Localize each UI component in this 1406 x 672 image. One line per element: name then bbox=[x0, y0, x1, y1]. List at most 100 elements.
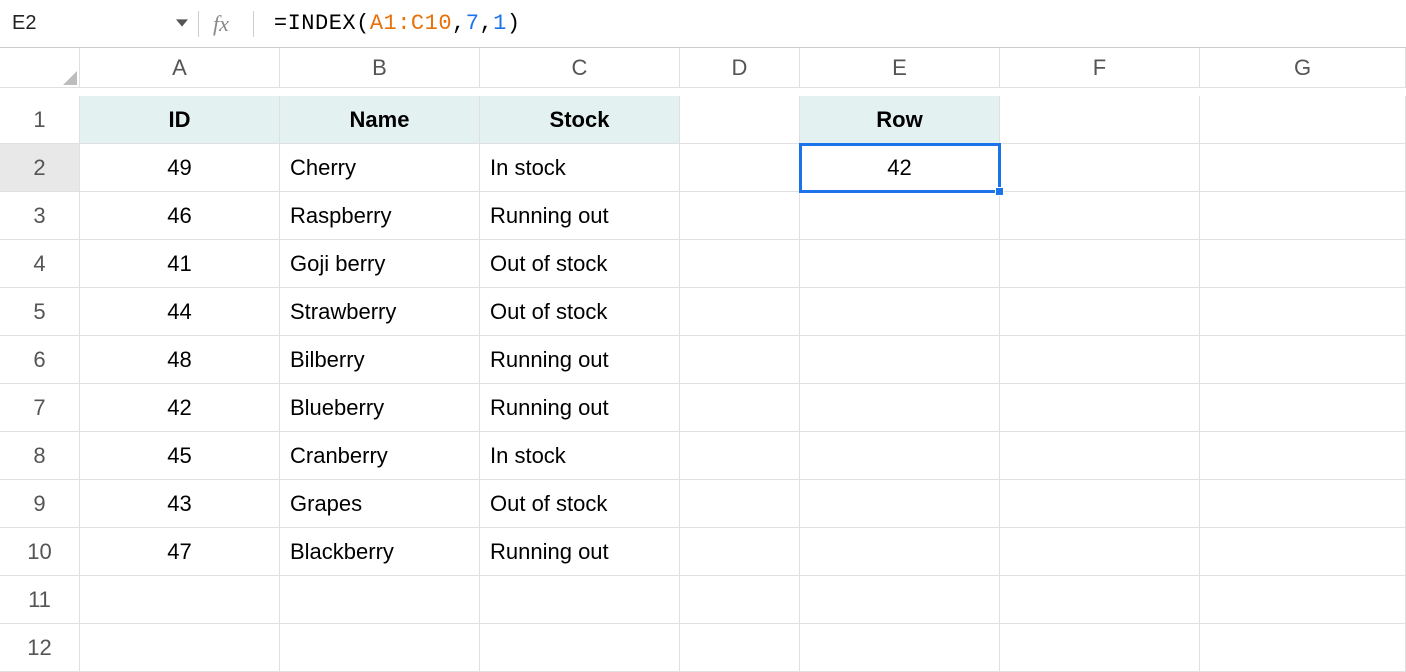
cell-G8[interactable] bbox=[1200, 432, 1406, 480]
row-header[interactable]: 10 bbox=[0, 528, 80, 576]
cell-F7[interactable] bbox=[1000, 384, 1200, 432]
cell-B6[interactable]: Bilberry bbox=[280, 336, 480, 384]
cell-F8[interactable] bbox=[1000, 432, 1200, 480]
cell-C10[interactable]: Running out bbox=[480, 528, 680, 576]
cell-E2-selected[interactable]: 42 bbox=[800, 144, 1000, 192]
cell-D2[interactable] bbox=[680, 144, 800, 192]
cell-E10[interactable] bbox=[800, 528, 1000, 576]
fill-handle[interactable] bbox=[995, 187, 1004, 196]
col-header-A[interactable]: A bbox=[80, 48, 280, 88]
spreadsheet-grid[interactable]: A B C D E F G 1 ID Name Stock Row 2 49 C… bbox=[0, 48, 1406, 672]
row-header[interactable]: 5 bbox=[0, 288, 80, 336]
cell-A3[interactable]: 46 bbox=[80, 192, 280, 240]
cell-D11[interactable] bbox=[680, 576, 800, 624]
cell-G1[interactable] bbox=[1200, 96, 1406, 144]
cell-G10[interactable] bbox=[1200, 528, 1406, 576]
cell-B9[interactable]: Grapes bbox=[280, 480, 480, 528]
cell-B5[interactable]: Strawberry bbox=[280, 288, 480, 336]
cell-C8[interactable]: In stock bbox=[480, 432, 680, 480]
cell-C2[interactable]: In stock bbox=[480, 144, 680, 192]
name-box-wrap[interactable]: E2 bbox=[8, 0, 198, 47]
cell-G5[interactable] bbox=[1200, 288, 1406, 336]
cell-D12[interactable] bbox=[680, 624, 800, 672]
cell-G9[interactable] bbox=[1200, 480, 1406, 528]
cell-A8[interactable]: 45 bbox=[80, 432, 280, 480]
col-header-D[interactable]: D bbox=[680, 48, 800, 88]
row-header[interactable]: 12 bbox=[0, 624, 80, 672]
cell-E12[interactable] bbox=[800, 624, 1000, 672]
cell-A7[interactable]: 42 bbox=[80, 384, 280, 432]
cell-B2[interactable]: Cherry bbox=[280, 144, 480, 192]
cell-D10[interactable] bbox=[680, 528, 800, 576]
cell-G4[interactable] bbox=[1200, 240, 1406, 288]
col-header-G[interactable]: G bbox=[1200, 48, 1406, 88]
formula-input[interactable]: =INDEX(A1:C10, 7, 1) bbox=[274, 11, 521, 36]
cell-C9[interactable]: Out of stock bbox=[480, 480, 680, 528]
cell-E3[interactable] bbox=[800, 192, 1000, 240]
cell-G11[interactable] bbox=[1200, 576, 1406, 624]
cell-C6[interactable]: Running out bbox=[480, 336, 680, 384]
cell-A11[interactable] bbox=[80, 576, 280, 624]
cell-E6[interactable] bbox=[800, 336, 1000, 384]
cell-C3[interactable]: Running out bbox=[480, 192, 680, 240]
cell-D6[interactable] bbox=[680, 336, 800, 384]
col-header-E[interactable]: E bbox=[800, 48, 1000, 88]
cell-B4[interactable]: Goji berry bbox=[280, 240, 480, 288]
cell-E8[interactable] bbox=[800, 432, 1000, 480]
cell-D5[interactable] bbox=[680, 288, 800, 336]
row-header[interactable]: 6 bbox=[0, 336, 80, 384]
cell-A12[interactable] bbox=[80, 624, 280, 672]
cell-F6[interactable] bbox=[1000, 336, 1200, 384]
name-box-dropdown-icon[interactable] bbox=[176, 16, 188, 32]
cell-A6[interactable]: 48 bbox=[80, 336, 280, 384]
cell-A10[interactable]: 47 bbox=[80, 528, 280, 576]
fx-icon[interactable]: fx bbox=[199, 11, 253, 37]
row-header[interactable]: 4 bbox=[0, 240, 80, 288]
cell-C12[interactable] bbox=[480, 624, 680, 672]
cell-E11[interactable] bbox=[800, 576, 1000, 624]
cell-E4[interactable] bbox=[800, 240, 1000, 288]
cell-C1[interactable]: Stock bbox=[480, 96, 680, 144]
cell-E5[interactable] bbox=[800, 288, 1000, 336]
cell-A2[interactable]: 49 bbox=[80, 144, 280, 192]
cell-F10[interactable] bbox=[1000, 528, 1200, 576]
cell-F9[interactable] bbox=[1000, 480, 1200, 528]
cell-E7[interactable] bbox=[800, 384, 1000, 432]
cell-D8[interactable] bbox=[680, 432, 800, 480]
cell-F11[interactable] bbox=[1000, 576, 1200, 624]
cell-F4[interactable] bbox=[1000, 240, 1200, 288]
cell-F5[interactable] bbox=[1000, 288, 1200, 336]
cell-D9[interactable] bbox=[680, 480, 800, 528]
row-header[interactable]: 11 bbox=[0, 576, 80, 624]
cell-B7[interactable]: Blueberry bbox=[280, 384, 480, 432]
col-header-F[interactable]: F bbox=[1000, 48, 1200, 88]
row-header[interactable]: 1 bbox=[0, 96, 80, 144]
cell-G3[interactable] bbox=[1200, 192, 1406, 240]
cell-D7[interactable] bbox=[680, 384, 800, 432]
cell-D1[interactable] bbox=[680, 96, 800, 144]
cell-B12[interactable] bbox=[280, 624, 480, 672]
col-header-B[interactable]: B bbox=[280, 48, 480, 88]
cell-B11[interactable] bbox=[280, 576, 480, 624]
cell-C11[interactable] bbox=[480, 576, 680, 624]
cell-C5[interactable]: Out of stock bbox=[480, 288, 680, 336]
name-box[interactable]: E2 bbox=[8, 12, 68, 35]
cell-A1[interactable]: ID bbox=[80, 96, 280, 144]
cell-A9[interactable]: 43 bbox=[80, 480, 280, 528]
cell-C4[interactable]: Out of stock bbox=[480, 240, 680, 288]
row-header[interactable]: 3 bbox=[0, 192, 80, 240]
cell-B8[interactable]: Cranberry bbox=[280, 432, 480, 480]
row-header[interactable]: 8 bbox=[0, 432, 80, 480]
col-header-C[interactable]: C bbox=[480, 48, 680, 88]
cell-F2[interactable] bbox=[1000, 144, 1200, 192]
cell-G2[interactable] bbox=[1200, 144, 1406, 192]
row-header[interactable]: 7 bbox=[0, 384, 80, 432]
cell-F1[interactable] bbox=[1000, 96, 1200, 144]
row-header[interactable]: 2 bbox=[0, 144, 80, 192]
cell-B1[interactable]: Name bbox=[280, 96, 480, 144]
cell-A5[interactable]: 44 bbox=[80, 288, 280, 336]
cell-E9[interactable] bbox=[800, 480, 1000, 528]
row-header[interactable]: 9 bbox=[0, 480, 80, 528]
cell-C7[interactable]: Running out bbox=[480, 384, 680, 432]
select-all-corner[interactable] bbox=[0, 48, 80, 88]
